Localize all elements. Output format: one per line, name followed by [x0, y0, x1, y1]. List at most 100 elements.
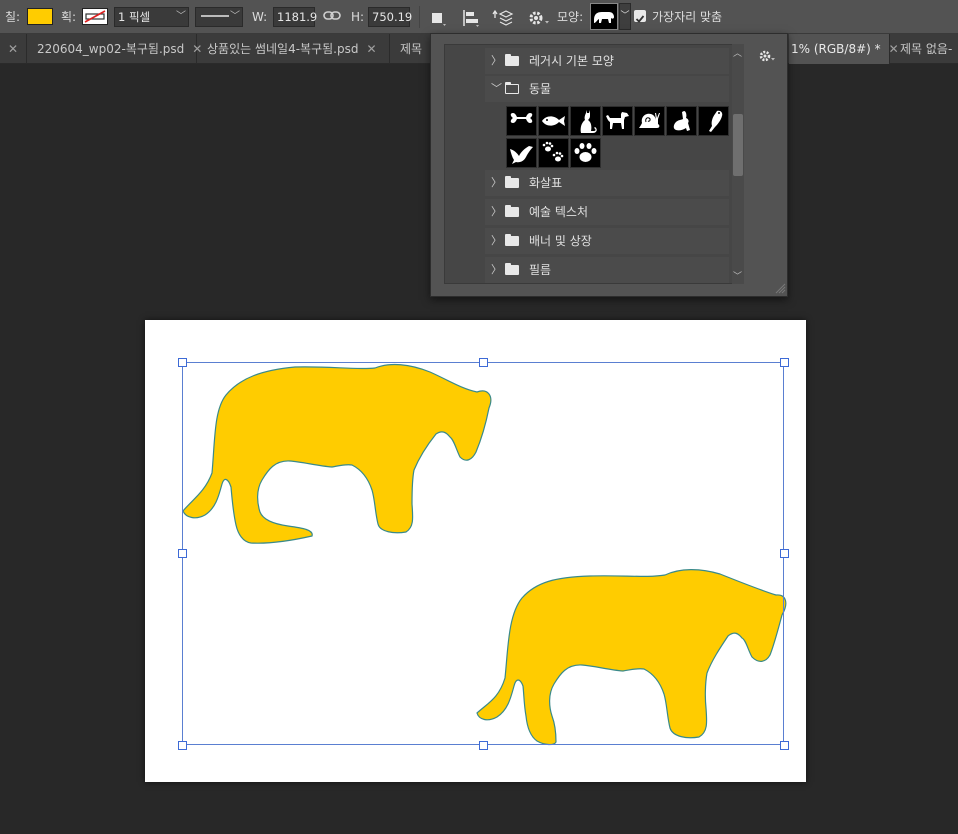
- shape-paw-prints[interactable]: [538, 138, 569, 168]
- folder-icon: [505, 176, 519, 188]
- shape-group-label: 필름: [529, 263, 552, 277]
- path-alignment-icon[interactable]: [461, 8, 481, 28]
- shape-group-label: 동물: [529, 82, 552, 96]
- height-input[interactable]: 750.19: [368, 7, 413, 27]
- checkmark-icon: [635, 15, 645, 23]
- gear-icon[interactable]: [757, 48, 777, 64]
- shape-paw[interactable]: [570, 138, 601, 168]
- close-icon[interactable]: ✕: [366, 42, 376, 56]
- shape-group-arrows[interactable]: 〉 화살표: [485, 170, 729, 196]
- fill-color-swatch[interactable]: [27, 8, 53, 25]
- tab-label: 제목 없음-: [900, 42, 953, 56]
- tab-document[interactable]: 제목 없음-: [890, 34, 958, 64]
- stroke-width-select[interactable]: 1 픽셀 ﹀: [114, 7, 189, 27]
- transform-handle-top-left[interactable]: [178, 358, 187, 367]
- scrollbar-thumb[interactable]: [733, 114, 743, 176]
- shape-group-list[interactable]: 〉 레거시 기본 모양 ﹀ 동물 〉 화살표 〉 예술 텍스처 〉 배너 및 상…: [444, 44, 744, 284]
- chevron-down-icon: ﹀: [230, 11, 240, 22]
- shape-group-banners[interactable]: 〉 배너 및 상장: [485, 228, 729, 254]
- transform-handle-left[interactable]: [178, 549, 187, 558]
- chevron-right-icon[interactable]: 〉: [491, 228, 502, 254]
- transform-handle-bottom-right[interactable]: [780, 741, 789, 750]
- bird-icon: [510, 146, 533, 164]
- chevron-right-icon[interactable]: 〉: [491, 257, 502, 283]
- shape-group-legacy[interactable]: 〉 레거시 기본 모양: [485, 48, 729, 74]
- gear-icon[interactable]: [527, 8, 551, 28]
- transform-handle-right[interactable]: [780, 549, 789, 558]
- tab-document-active[interactable]: 1% (RGB/8#) * ✕: [789, 34, 899, 64]
- dog-icon: [606, 112, 629, 129]
- paw-prints-icon: [542, 141, 564, 162]
- shape-bird[interactable]: [506, 138, 537, 168]
- bone-icon: [510, 113, 533, 123]
- align-edges-label: 가장자리 맞춤: [652, 10, 723, 24]
- tab-label: 상품있는 썸네일4-복구됨.psd: [207, 42, 359, 56]
- shape-group-film[interactable]: 〉 필름: [485, 257, 729, 283]
- fish-icon: [542, 116, 565, 126]
- align-edges-checkbox[interactable]: [634, 10, 646, 23]
- tab-label: 1% (RGB/8#) *: [791, 42, 881, 56]
- tab-document[interactable]: 제목: [390, 34, 431, 64]
- chevron-down-icon[interactable]: ﹀: [733, 269, 742, 282]
- chevron-down-icon[interactable]: ﹀: [491, 76, 502, 102]
- chevron-right-icon[interactable]: 〉: [491, 199, 502, 225]
- folder-icon: [505, 54, 519, 66]
- height-value: 750.19: [372, 10, 413, 24]
- tiger-icon: [594, 12, 614, 23]
- width-input[interactable]: 1181.9: [273, 7, 318, 27]
- shape-rabbit[interactable]: [666, 106, 697, 136]
- paw-icon: [574, 143, 597, 162]
- stroke-color-swatch[interactable]: [82, 8, 108, 25]
- shape-parrot[interactable]: [698, 106, 729, 136]
- shape-bone[interactable]: [506, 106, 537, 136]
- no-stroke-icon: [84, 10, 106, 23]
- shape-group-animals[interactable]: ﹀ 동물: [485, 76, 729, 102]
- close-icon[interactable]: ✕: [8, 42, 18, 56]
- chevron-right-icon[interactable]: 〉: [491, 48, 502, 74]
- tab-document[interactable]: 220604_wp02-복구됨.psd ✕: [27, 34, 202, 64]
- transform-handle-bottom[interactable]: [479, 741, 488, 750]
- snail-icon: [639, 113, 660, 128]
- chevron-up-icon[interactable]: ︿: [733, 46, 742, 59]
- shape-group-art-textures[interactable]: 〉 예술 텍스처: [485, 199, 729, 225]
- width-label: W:: [252, 10, 268, 24]
- shape-preview-button[interactable]: [590, 3, 618, 30]
- shape-picker-dropdown[interactable]: ﹀: [619, 3, 631, 30]
- parrot-icon: [709, 110, 723, 132]
- rabbit-icon: [673, 111, 690, 131]
- options-bar: 칠: 획: 1 픽셀 ﹀ ﹀ W: 1181.9 H: 750.19 모양: ﹀…: [0, 0, 958, 34]
- folder-icon: [505, 205, 519, 217]
- stroke-type-select[interactable]: ﹀: [195, 7, 243, 27]
- transform-bounding-box[interactable]: [182, 362, 784, 745]
- transform-handle-bottom-left[interactable]: [178, 741, 187, 750]
- transform-handle-top[interactable]: [479, 358, 488, 367]
- tab-document[interactable]: 상품있는 썸네일4-복구됨.psd ✕: [197, 34, 390, 64]
- height-label: H:: [351, 10, 365, 24]
- stroke-label: 획:: [61, 10, 77, 24]
- shape-group-label: 레거시 기본 모양: [529, 54, 614, 68]
- path-arrangement-icon[interactable]: [492, 8, 514, 28]
- transform-handle-top-right[interactable]: [780, 358, 789, 367]
- chevron-down-icon: ﹀: [176, 11, 186, 22]
- shape-picker-panel: 〉 레거시 기본 모양 ﹀ 동물 〉 화살표 〉 예술 텍스처 〉 배너 및 상…: [430, 33, 788, 297]
- folder-icon: [505, 234, 519, 246]
- shape-fish[interactable]: [538, 106, 569, 136]
- cat-icon: [580, 110, 597, 133]
- shape-snail[interactable]: [634, 106, 665, 136]
- shape-label: 모양:: [557, 10, 584, 24]
- fill-label: 칠:: [5, 10, 21, 24]
- width-value: 1181.9: [277, 10, 318, 24]
- shape-dog[interactable]: [602, 106, 633, 136]
- resize-grip-icon[interactable]: [774, 282, 786, 294]
- shape-cat[interactable]: [570, 106, 601, 136]
- folder-open-icon: [505, 82, 519, 94]
- shape-group-label: 배너 및 상장: [529, 234, 592, 248]
- tab-label: 제목: [400, 42, 423, 56]
- path-operations-icon[interactable]: [430, 9, 448, 27]
- chevron-right-icon[interactable]: 〉: [491, 170, 502, 196]
- link-icon[interactable]: [323, 10, 341, 22]
- solid-line-icon: [201, 15, 229, 17]
- tab-previous[interactable]: ✕: [0, 34, 27, 64]
- stroke-width-value: 1 픽셀: [118, 10, 151, 24]
- folder-icon: [505, 263, 519, 275]
